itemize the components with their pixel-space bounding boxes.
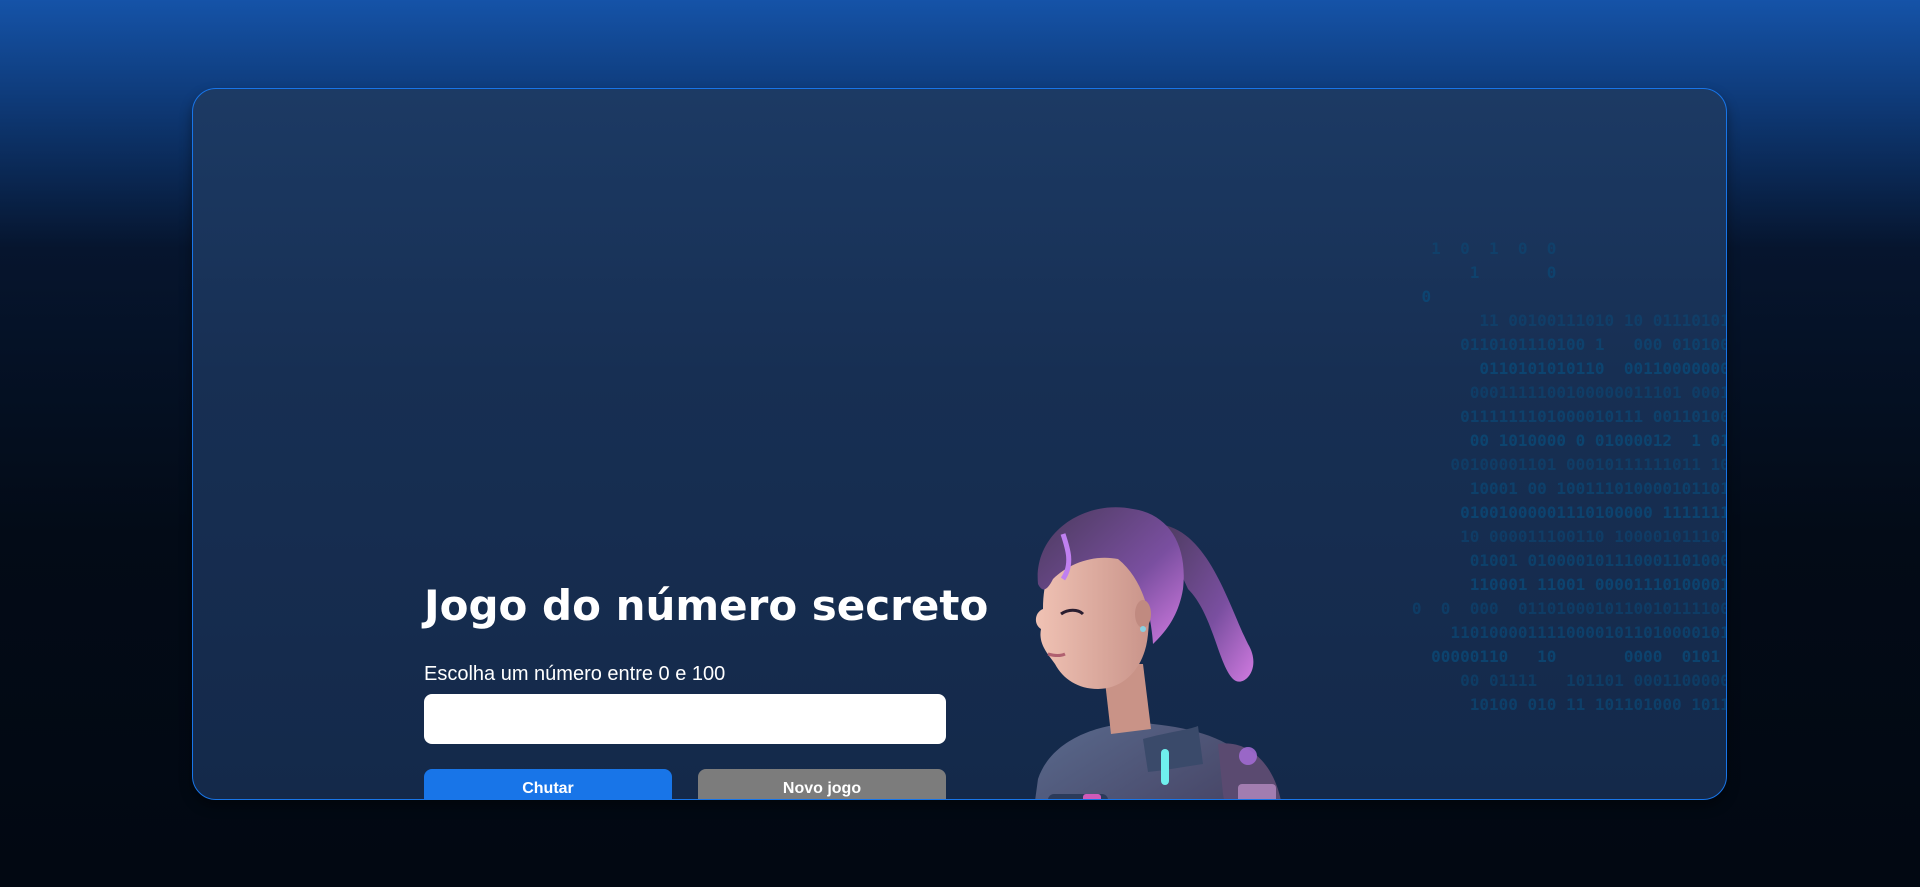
game-panel: Jogo do número secreto Escolha um número… bbox=[424, 579, 989, 799]
guess-button[interactable]: Chutar bbox=[424, 769, 672, 799]
binary-line: 0111111101000010111 00110100011000000011… bbox=[1460, 407, 1726, 426]
page-title: Jogo do número secreto bbox=[424, 581, 989, 630]
binary-line: 10 000011100110 1000010111010111 bbox=[1460, 527, 1727, 546]
binary-line: 01001000001110100000 1111111010 0110 bbox=[1460, 503, 1726, 522]
binary-line: 00 01111 101101 00011000000 110 000101 1… bbox=[1460, 671, 1726, 690]
binary-line: 0001111100100000011101 000101111 1011010… bbox=[1469, 383, 1727, 402]
binary-line: 10100 010 11 101101000 101100101 010 011… bbox=[1469, 695, 1727, 714]
binary-line: 0 bbox=[1383, 287, 1432, 306]
binary-line: 0110101010110 001100000001011 1 0 bbox=[1479, 359, 1727, 378]
binary-code-background: 1 0 1 0 0 1 0 0 11 00100111010 10 011101… bbox=[1383, 239, 1727, 799]
instruction-label: Escolha um número entre 0 e 100 bbox=[424, 663, 726, 685]
binary-line: 1 0 1 0 0 bbox=[1383, 239, 1557, 258]
binary-line: 0110101110100 1 000 01010010100000 10 bbox=[1460, 335, 1726, 354]
binary-line: 110001 11001 0000111010000101110 0011010… bbox=[1469, 575, 1727, 594]
binary-line: 1 0 bbox=[1383, 263, 1557, 282]
binary-line: 11 00100111010 10 0111010101101100001 bbox=[1479, 311, 1726, 330]
binary-line: 0 0 000 0110100010110010111100000 10 101… bbox=[1411, 599, 1726, 618]
binary-line: 10001 00 100111010000101101 0110 bbox=[1469, 479, 1727, 498]
binary-line: 00000110 10 0000 0101 000110000111010001… bbox=[1431, 647, 1721, 666]
game-container: 1 0 1 0 0 1 0 0 11 00100111010 10 011101… bbox=[192, 88, 1727, 800]
button-row: Chutar Novo jogo bbox=[424, 769, 946, 799]
astronaut-girl-illustration bbox=[1035, 507, 1281, 799]
binary-line: 00 1010000 0 01000012 1 01 0001 bbox=[1469, 431, 1726, 450]
binary-line: 11010000111100001011010000101 11 10101 1… bbox=[1450, 623, 1727, 642]
guess-input[interactable] bbox=[424, 694, 946, 744]
new-game-button[interactable]: Novo jogo bbox=[698, 769, 946, 799]
binary-line: 01001 01000010111000110100001 111111 010… bbox=[1469, 551, 1727, 570]
binary-line: 00100001101 00010111111011 1000 bbox=[1383, 455, 1727, 474]
